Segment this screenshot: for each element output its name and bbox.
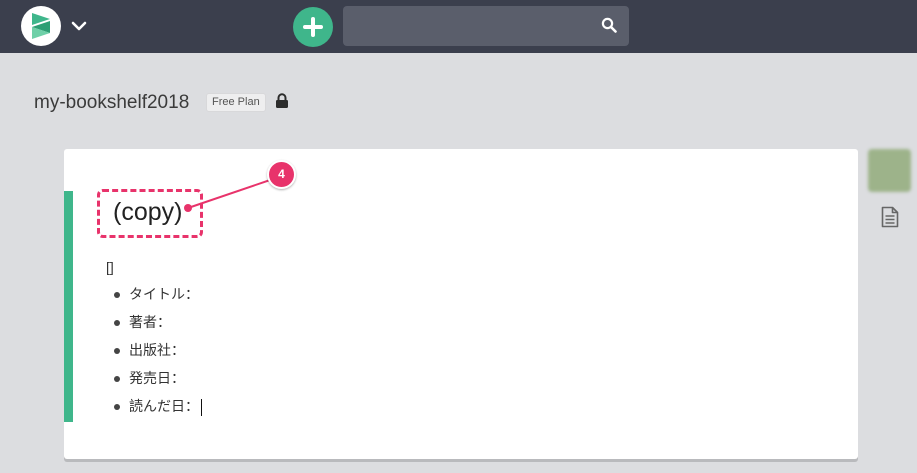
annotation-highlight (97, 189, 203, 238)
list-item[interactable]: タイトル： (113, 281, 202, 309)
active-block-indicator (64, 191, 73, 422)
bullet-icon (114, 404, 120, 410)
app-logo-icon (32, 13, 50, 39)
text-cursor (201, 398, 202, 416)
plan-badge: Free Plan (206, 93, 266, 112)
document-icon[interactable] (881, 206, 899, 228)
bullet-icon (114, 292, 120, 298)
avatar[interactable] (868, 149, 911, 192)
list-item[interactable]: 出版社： (113, 337, 202, 365)
bullet-icon (114, 320, 120, 326)
annotation-number-badge: 4 (267, 160, 296, 189)
search-icon[interactable] (601, 17, 617, 33)
bullet-icon (114, 376, 120, 382)
list-item[interactable]: 読んだ日： (113, 393, 202, 421)
list-item[interactable]: 発売日： (113, 365, 202, 393)
field-list: タイトル： 著者： 出版社： 発売日： 読んだ日： (113, 281, 202, 421)
lock-icon (276, 93, 288, 108)
new-post-button[interactable] (293, 7, 333, 47)
field-label: 発売日： (129, 371, 185, 387)
field-label: 出版社： (129, 343, 185, 359)
list-item[interactable]: 著者： (113, 309, 202, 337)
field-label: 著者： (129, 315, 171, 331)
app-logo[interactable] (21, 6, 61, 46)
top-bar (0, 0, 917, 53)
tags-line[interactable]: [] (106, 259, 114, 275)
field-label: 読んだ日： (129, 399, 199, 415)
team-name[interactable]: my-bookshelf2018 (34, 92, 189, 114)
chevron-down-icon[interactable] (70, 17, 88, 35)
field-label: タイトル： (129, 287, 199, 303)
plus-icon (303, 17, 323, 37)
search-input[interactable] (343, 6, 629, 46)
bullet-icon (114, 348, 120, 354)
